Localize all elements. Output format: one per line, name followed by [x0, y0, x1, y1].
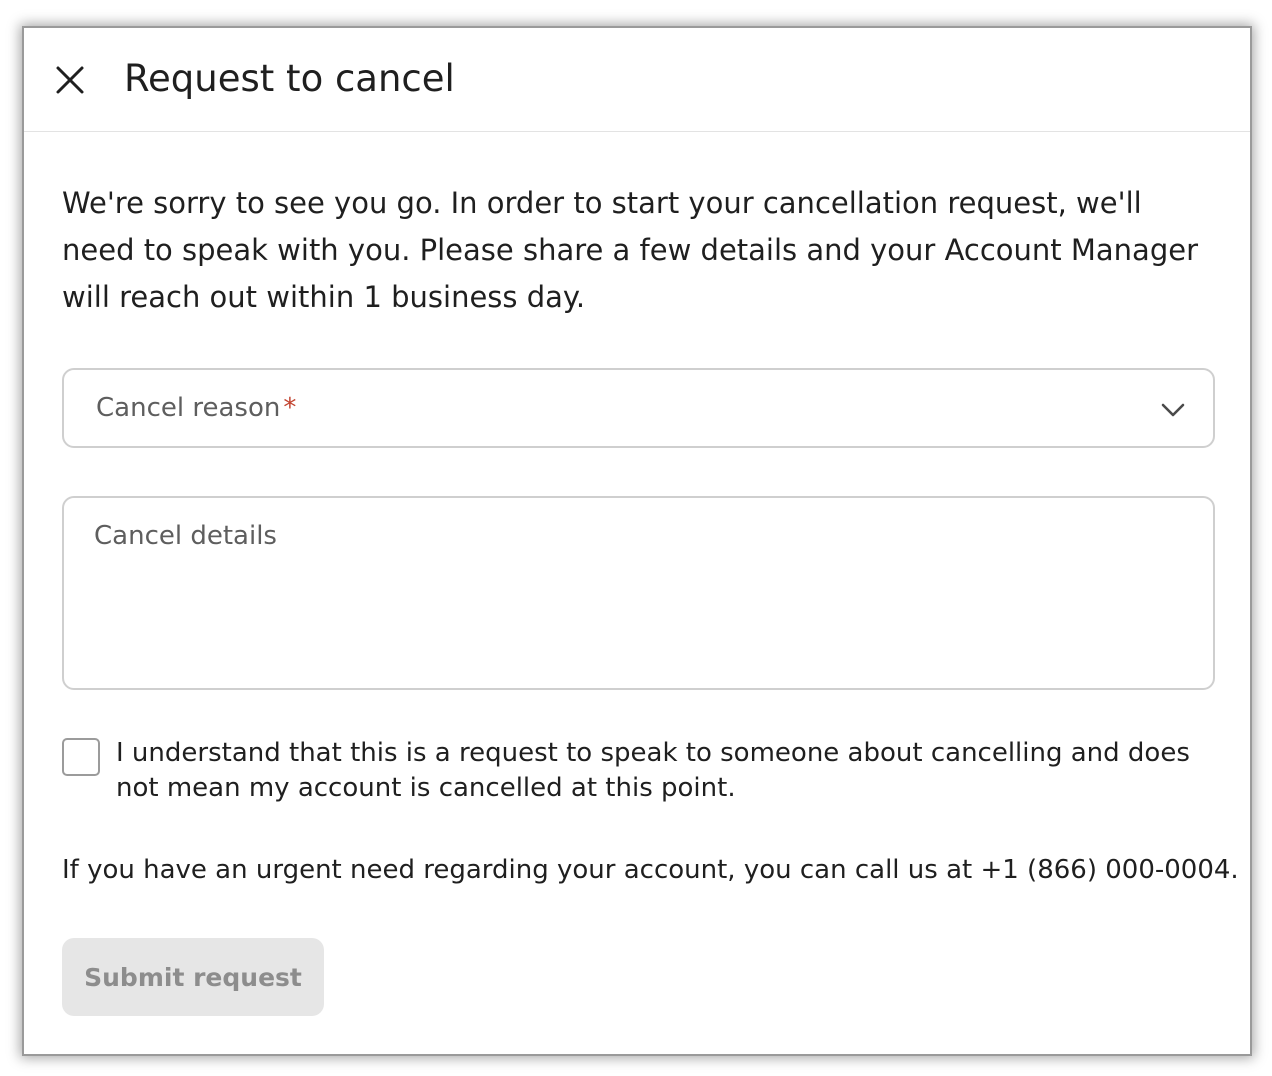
- close-button[interactable]: [50, 60, 90, 100]
- dialog-header: Request to cancel: [24, 28, 1250, 132]
- intro-text: We're sorry to see you go. In order to s…: [62, 186, 1198, 314]
- cancel-reason-select[interactable]: Cancel reason *: [62, 368, 1215, 448]
- dialog-title: Request to cancel: [124, 57, 455, 100]
- cancel-reason-label: Cancel reason *: [96, 390, 296, 426]
- required-asterisk: *: [283, 393, 297, 423]
- close-icon: [56, 66, 84, 94]
- submit-request-button[interactable]: Submit request: [62, 938, 324, 1016]
- acknowledge-label: I understand that this is a request to s…: [116, 738, 1190, 803]
- cancel-request-dialog: Request to cancel We're sorry to see you…: [24, 28, 1250, 1054]
- urgent-contact-note: If you have an urgent need regarding you…: [62, 855, 1239, 885]
- cancel-details-textarea[interactable]: [62, 496, 1215, 690]
- cancel-reason-label-text: Cancel reason: [96, 393, 281, 423]
- acknowledge-checkbox[interactable]: [62, 738, 100, 776]
- chevron-down-icon: [1161, 403, 1185, 417]
